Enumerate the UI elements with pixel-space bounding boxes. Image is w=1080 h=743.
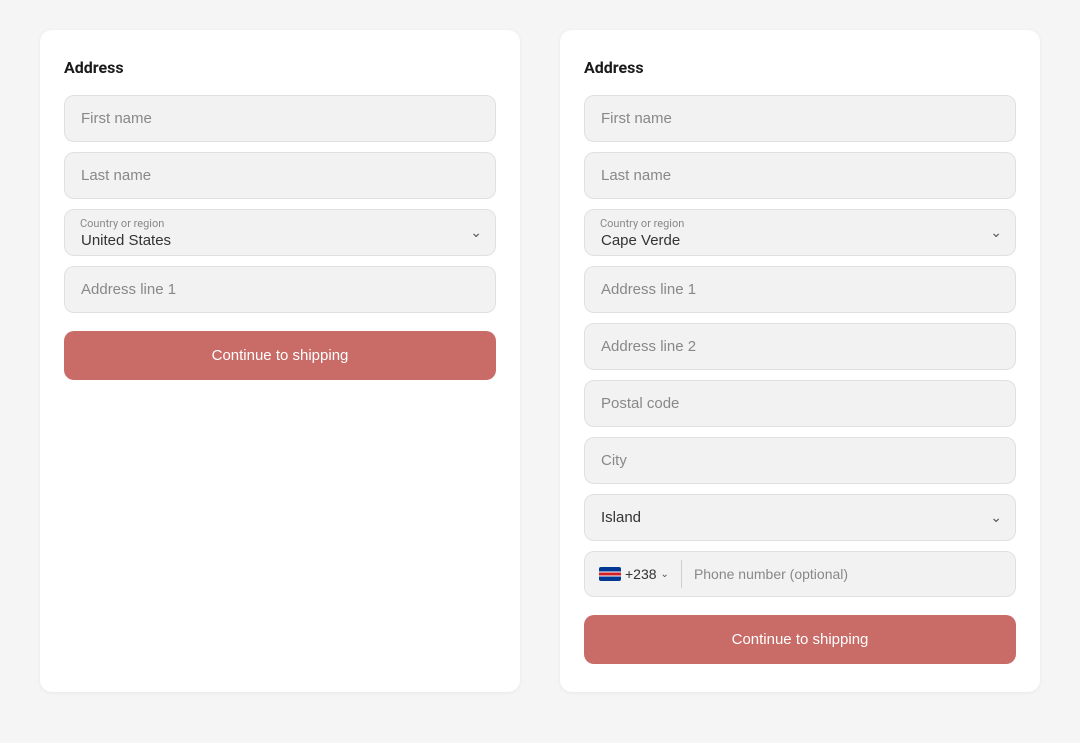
left-first-name-input[interactable]	[64, 95, 496, 142]
right-city-input[interactable]	[584, 437, 1016, 484]
right-first-name-field	[584, 95, 1016, 142]
right-phone-field: +238 ⌄	[584, 551, 1016, 597]
right-island-field: Island ⌄	[584, 494, 1016, 541]
right-country-select[interactable]: Cape Verde	[584, 209, 1016, 256]
left-last-name-input[interactable]	[64, 152, 496, 199]
left-form-card: Address Country or region United States …	[40, 30, 520, 692]
right-city-field	[584, 437, 1016, 484]
right-continue-button[interactable]: Continue to shipping	[584, 615, 1016, 664]
phone-chevron-icon: ⌄	[661, 569, 669, 580]
left-form-title: Address	[64, 58, 496, 77]
right-address2-field	[584, 323, 1016, 370]
left-country-field: Country or region United States ⌄	[64, 209, 496, 256]
right-form-title: Address	[584, 58, 1016, 77]
left-country-select[interactable]: United States	[64, 209, 496, 256]
phone-country-code: +238	[625, 566, 657, 582]
right-postal-code-input[interactable]	[584, 380, 1016, 427]
phone-field-wrapper: +238 ⌄	[584, 551, 1016, 597]
left-first-name-field	[64, 95, 496, 142]
right-country-wrapper: Country or region Cape Verde ⌄	[584, 209, 1016, 256]
phone-divider	[681, 560, 682, 588]
right-last-name-field	[584, 152, 1016, 199]
right-form-card: Address Country or region Cape Verde ⌄	[560, 30, 1040, 692]
right-address1-field	[584, 266, 1016, 313]
right-island-select[interactable]: Island	[584, 494, 1016, 541]
phone-country-selector-button[interactable]: +238 ⌄	[585, 552, 679, 596]
right-last-name-input[interactable]	[584, 152, 1016, 199]
right-address1-input[interactable]	[584, 266, 1016, 313]
left-continue-button[interactable]: Continue to shipping	[64, 331, 496, 380]
left-last-name-field	[64, 152, 496, 199]
right-address2-input[interactable]	[584, 323, 1016, 370]
right-country-field: Country or region Cape Verde ⌄	[584, 209, 1016, 256]
right-postal-code-field	[584, 380, 1016, 427]
page-container: Address Country or region United States …	[20, 30, 1060, 692]
left-country-wrapper: Country or region United States ⌄	[64, 209, 496, 256]
right-first-name-input[interactable]	[584, 95, 1016, 142]
phone-number-input[interactable]	[684, 552, 1015, 596]
cape-verde-flag-icon	[599, 567, 621, 581]
left-address1-field	[64, 266, 496, 313]
right-island-wrapper: Island ⌄	[584, 494, 1016, 541]
left-address1-input[interactable]	[64, 266, 496, 313]
